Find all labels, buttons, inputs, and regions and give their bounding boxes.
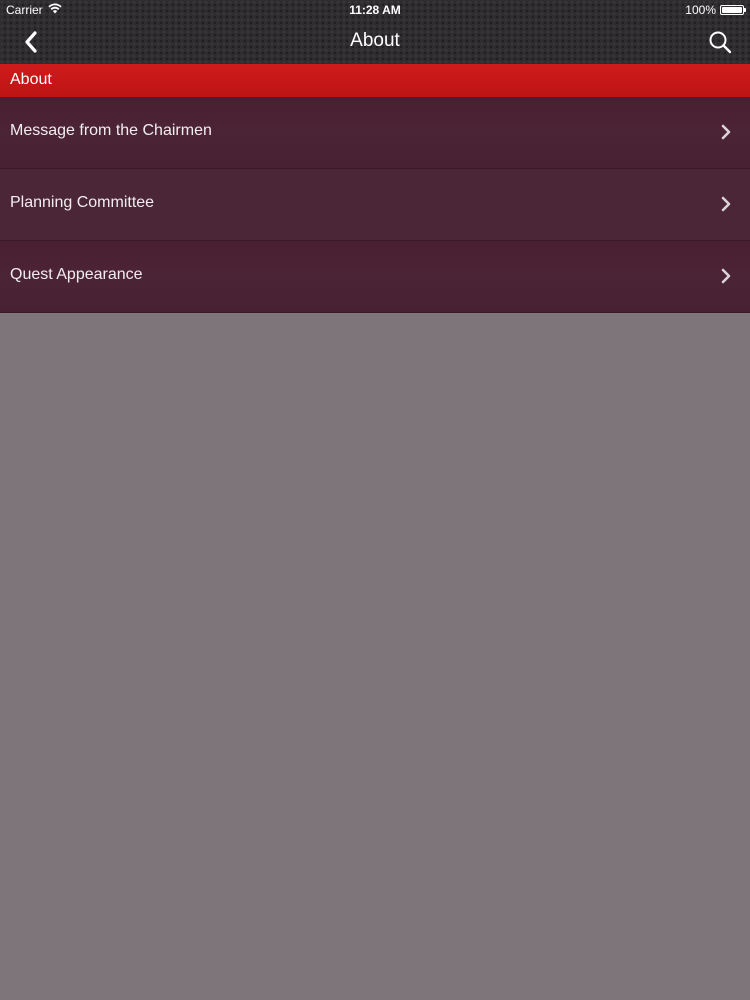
app-screen: Carrier 11:28 AM 100% About About Messag… <box>0 0 750 1000</box>
list-item-label: Planning Committee <box>10 194 155 211</box>
list-item-message-from-chairmen[interactable]: Message from the Chairmen <box>0 97 750 169</box>
search-button[interactable] <box>704 26 736 58</box>
list-item-quest-appearance[interactable]: Quest Appearance <box>0 241 750 313</box>
status-time: 11:28 AM <box>349 3 401 17</box>
list-item-planning-committee[interactable]: Planning Committee <box>0 169 750 241</box>
battery-icon <box>720 5 746 15</box>
menu-list: Message from the Chairmen Planning Commi… <box>0 97 750 313</box>
list-item-label: Quest Appearance <box>10 266 143 283</box>
navigation-bar: About <box>0 20 750 64</box>
search-icon <box>709 31 732 54</box>
chevron-right-icon <box>721 268 731 284</box>
battery-percentage: 100% <box>685 3 716 17</box>
page-title: About <box>350 30 400 51</box>
status-bar: Carrier 11:28 AM 100% <box>0 0 750 20</box>
list-item-label: Message from the Chairmen <box>10 122 212 139</box>
chevron-right-icon <box>721 196 731 212</box>
chevron-right-icon <box>721 124 731 140</box>
section-header: About <box>0 64 750 97</box>
top-chrome: Carrier 11:28 AM 100% About <box>0 0 750 64</box>
